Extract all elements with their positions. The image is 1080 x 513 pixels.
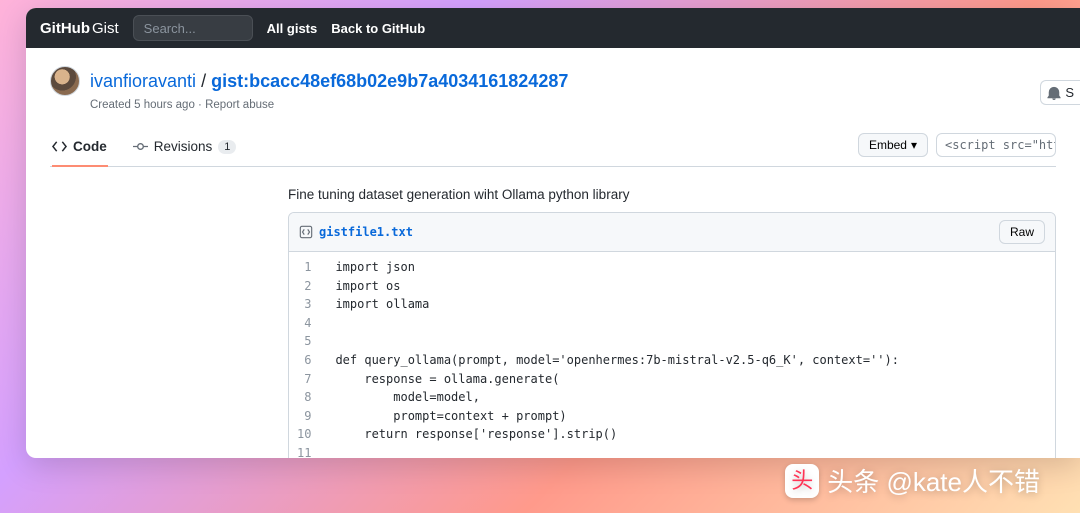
line-number: 9 — [295, 407, 313, 426]
code-square-icon — [299, 225, 313, 239]
brand-sub: Gist — [92, 20, 119, 37]
gist-name-link[interactable]: gist:bcacc48ef68b02e9b7a4034161824287 — [211, 71, 568, 91]
line-number: 11 — [295, 444, 313, 458]
search-input[interactable]: Search... — [133, 15, 253, 41]
file-name-link[interactable]: gistfile1.txt — [319, 225, 413, 239]
tab-code-label: Code — [73, 139, 107, 154]
watermark-text: 头条 @kate人不错 — [827, 462, 1040, 499]
watermark-badge: 头 — [785, 464, 819, 498]
meta-dot: · — [195, 99, 205, 111]
gist-title: ivanfioravanti / gist:bcacc48ef68b02e9b7… — [90, 71, 568, 92]
gist-meta: Created 5 hours ago · Report abuse — [90, 99, 1056, 111]
line-number: 2 — [295, 277, 313, 296]
code-icon — [52, 139, 67, 154]
line-number: 4 — [295, 314, 313, 333]
nav-back-github[interactable]: Back to GitHub — [331, 21, 425, 36]
line-number: 8 — [295, 388, 313, 407]
tabs-right: Embed ▾ <script src="htt — [858, 133, 1056, 165]
title-separator: / — [196, 71, 211, 91]
line-number-gutter: 123456789101112131415 — [289, 252, 325, 458]
embed-dropdown[interactable]: Embed ▾ — [858, 133, 928, 157]
brand-main: GitHub — [40, 20, 90, 37]
star-button[interactable]: S — [1040, 80, 1080, 105]
embed-label: Embed — [869, 138, 907, 152]
gist-user-link[interactable]: ivanfioravanti — [90, 71, 196, 91]
bell-icon — [1047, 86, 1061, 100]
line-number: 3 — [295, 295, 313, 314]
created-time: Created 5 hours ago — [90, 99, 195, 111]
embed-snippet-input[interactable]: <script src="htt — [936, 133, 1056, 157]
line-number: 10 — [295, 425, 313, 444]
tabs: Code Revisions 1 Embed ▾ <script src="ht… — [50, 131, 1056, 167]
watermark: 头 头条 @kate人不错 — [785, 462, 1040, 499]
content: ivanfioravanti / gist:bcacc48ef68b02e9b7… — [26, 48, 1080, 458]
source-code[interactable]: import json import os import ollama def … — [325, 252, 909, 458]
code-block: 123456789101112131415 import json import… — [289, 252, 1055, 458]
star-label: S — [1065, 85, 1074, 100]
report-abuse-link[interactable]: Report abuse — [205, 99, 274, 111]
line-number: 7 — [295, 370, 313, 389]
search-placeholder: Search... — [144, 21, 196, 36]
chevron-down-icon: ▾ — [911, 138, 917, 152]
toutiao-icon: 头 — [791, 470, 813, 492]
file-header: gistfile1.txt Raw — [289, 213, 1055, 252]
revisions-count: 1 — [218, 140, 236, 154]
line-number: 5 — [295, 332, 313, 351]
browser-window: GitHub Gist Search... All gists Back to … — [26, 8, 1080, 458]
brand[interactable]: GitHub Gist — [40, 20, 119, 37]
tab-revisions[interactable]: Revisions 1 — [131, 131, 239, 166]
topbar: GitHub Gist Search... All gists Back to … — [26, 8, 1080, 48]
line-number: 1 — [295, 258, 313, 277]
gist-description: Fine tuning dataset generation wiht Olla… — [288, 187, 1056, 202]
tab-revisions-label: Revisions — [154, 139, 213, 154]
file-box: gistfile1.txt Raw 123456789101112131415 … — [288, 212, 1056, 458]
raw-button[interactable]: Raw — [999, 220, 1045, 244]
avatar[interactable] — [50, 66, 80, 96]
tab-code[interactable]: Code — [50, 131, 109, 166]
gist-title-bar: ivanfioravanti / gist:bcacc48ef68b02e9b7… — [50, 66, 1056, 96]
line-number: 6 — [295, 351, 313, 370]
git-commit-icon — [133, 139, 148, 154]
raw-label: Raw — [1010, 225, 1034, 239]
nav-all-gists[interactable]: All gists — [267, 21, 318, 36]
